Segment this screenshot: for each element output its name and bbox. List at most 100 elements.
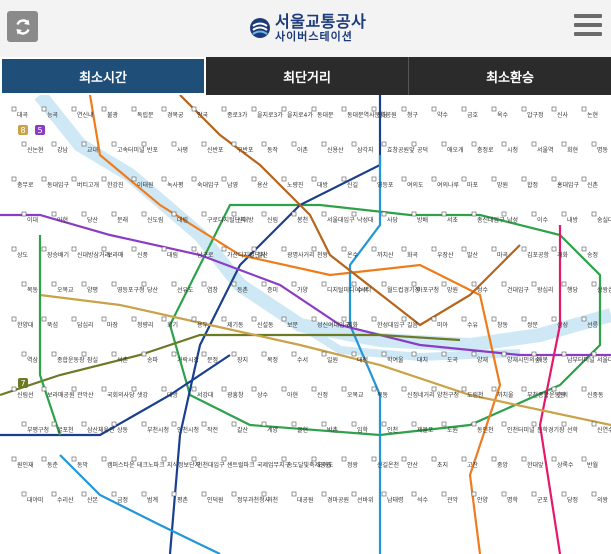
station-label[interactable]: 산본 bbox=[87, 496, 99, 504]
station-label[interactable]: 문학경기장 bbox=[537, 426, 565, 434]
station-marker[interactable] bbox=[251, 386, 257, 392]
station-label[interactable]: 삼성 bbox=[557, 321, 568, 329]
station-label[interactable]: 원인재 bbox=[17, 461, 34, 469]
station-marker[interactable] bbox=[441, 421, 447, 427]
station-label[interactable]: 남부터미널 bbox=[567, 356, 595, 364]
station-marker[interactable] bbox=[141, 351, 147, 357]
station-label[interactable]: 버티고개 bbox=[77, 181, 99, 189]
station-label[interactable]: 삼각지 bbox=[357, 146, 374, 154]
station-marker[interactable] bbox=[471, 421, 477, 427]
station-marker[interactable] bbox=[411, 491, 417, 497]
station-marker[interactable] bbox=[551, 316, 557, 322]
station-label[interactable]: 보라매 bbox=[107, 251, 124, 259]
station-marker[interactable] bbox=[501, 491, 507, 497]
subway-map[interactable]: 대곡 능곡 연신내 불광 독립문 경복궁 안국 종로3가 을지로3가 을지로4가 동대문 동대문역사문… bbox=[0, 95, 611, 554]
station-marker[interactable] bbox=[21, 211, 27, 217]
station-label[interactable]: 대치 bbox=[417, 356, 428, 364]
station-marker[interactable] bbox=[41, 246, 47, 252]
station-label[interactable]: 상록수 bbox=[557, 461, 574, 469]
station-marker[interactable] bbox=[351, 211, 357, 217]
station-marker[interactable] bbox=[321, 351, 327, 357]
station-label[interactable]: 대청 bbox=[357, 356, 368, 364]
station-marker[interactable] bbox=[431, 106, 437, 112]
station-marker[interactable] bbox=[201, 351, 207, 357]
station-label[interactable]: 임학 bbox=[357, 426, 369, 434]
station-label[interactable]: 금호 bbox=[467, 112, 479, 119]
station-label[interactable]: 안국 bbox=[197, 111, 209, 119]
hamburger-menu-button[interactable] bbox=[574, 14, 602, 40]
station-label[interactable]: 매봉 bbox=[537, 356, 549, 364]
station-marker[interactable] bbox=[521, 246, 527, 252]
station-marker[interactable] bbox=[491, 456, 497, 462]
station-marker[interactable] bbox=[41, 456, 47, 462]
station-marker[interactable] bbox=[501, 421, 507, 427]
station-label[interactable]: 부천시청 bbox=[147, 426, 169, 434]
station-marker[interactable] bbox=[551, 246, 557, 252]
station-marker[interactable] bbox=[311, 316, 317, 322]
station-marker[interactable] bbox=[281, 176, 287, 182]
station-marker[interactable] bbox=[71, 176, 77, 182]
station-marker[interactable] bbox=[551, 386, 557, 392]
station-marker[interactable] bbox=[441, 141, 447, 147]
station-marker[interactable] bbox=[561, 281, 567, 287]
station-marker[interactable] bbox=[221, 246, 227, 252]
station-label[interactable]: 청량리 bbox=[137, 321, 154, 329]
station-marker[interactable] bbox=[21, 141, 27, 147]
station-marker[interactable] bbox=[161, 176, 167, 182]
station-marker[interactable] bbox=[501, 141, 507, 147]
station-label[interactable]: 건대입구 bbox=[507, 286, 530, 294]
station-marker[interactable] bbox=[371, 246, 377, 252]
station-label[interactable]: 미아 bbox=[437, 321, 449, 329]
station-marker[interactable] bbox=[231, 421, 237, 427]
station-marker[interactable] bbox=[251, 106, 257, 112]
station-marker[interactable] bbox=[191, 316, 197, 322]
station-label[interactable]: 신림 bbox=[267, 216, 278, 224]
station-label[interactable]: 동작 bbox=[267, 147, 279, 154]
station-marker[interactable] bbox=[491, 316, 497, 322]
station-label[interactable]: 압구정 bbox=[527, 111, 544, 119]
station-label[interactable]: 부평구청 bbox=[27, 426, 49, 434]
station-marker[interactable] bbox=[561, 141, 567, 147]
station-label[interactable]: 작전 bbox=[207, 426, 218, 434]
station-label[interactable]: 까치울 bbox=[497, 391, 514, 399]
station-label[interactable]: 일원 bbox=[327, 356, 338, 364]
station-label[interactable]: 인천터미널 bbox=[507, 426, 535, 434]
station-label[interactable]: 숭실대입구 bbox=[597, 216, 611, 224]
station-marker[interactable] bbox=[221, 106, 227, 112]
station-marker[interactable] bbox=[201, 141, 207, 147]
station-marker[interactable] bbox=[101, 106, 107, 112]
station-marker[interactable] bbox=[491, 386, 497, 392]
station-label[interactable]: 증미 bbox=[267, 286, 278, 294]
station-marker[interactable] bbox=[111, 351, 117, 357]
station-label[interactable]: 석촌 bbox=[117, 356, 129, 364]
station-label[interactable]: 계양 bbox=[267, 426, 279, 434]
station-label[interactable]: 신촌 bbox=[587, 181, 599, 189]
station-label[interactable]: 회기 bbox=[167, 321, 178, 329]
station-label[interactable]: 센트럴파크 bbox=[227, 461, 255, 469]
station-marker[interactable] bbox=[291, 141, 297, 147]
station-marker[interactable] bbox=[261, 211, 267, 217]
station-label[interactable]: 발산 bbox=[467, 251, 479, 259]
station-marker[interactable] bbox=[321, 141, 327, 147]
station-label[interactable]: 사평 bbox=[177, 146, 188, 154]
station-marker[interactable] bbox=[231, 491, 237, 497]
station-marker[interactable] bbox=[291, 351, 297, 357]
station-marker[interactable] bbox=[81, 281, 87, 287]
station-label[interactable]: 동대문 bbox=[317, 111, 334, 119]
station-marker[interactable] bbox=[441, 281, 447, 287]
station-label[interactable]: 반포 bbox=[147, 146, 159, 154]
station-label[interactable]: 양평 bbox=[87, 286, 98, 294]
station-marker[interactable] bbox=[341, 176, 347, 182]
station-marker[interactable] bbox=[111, 421, 117, 427]
station-marker[interactable] bbox=[141, 421, 147, 427]
station-label[interactable]: 충정로 bbox=[477, 146, 494, 154]
station-label[interactable]: 보라매공원 bbox=[47, 391, 75, 399]
station-marker[interactable] bbox=[371, 106, 377, 112]
station-label[interactable]: 신사 bbox=[557, 111, 569, 119]
station-marker[interactable] bbox=[341, 456, 347, 462]
station-marker[interactable] bbox=[441, 491, 447, 497]
station-label[interactable]: 동대입구 bbox=[47, 181, 70, 189]
station-marker[interactable] bbox=[461, 456, 467, 462]
station-marker[interactable] bbox=[221, 176, 227, 182]
station-label[interactable]: 한양대 bbox=[17, 321, 34, 329]
